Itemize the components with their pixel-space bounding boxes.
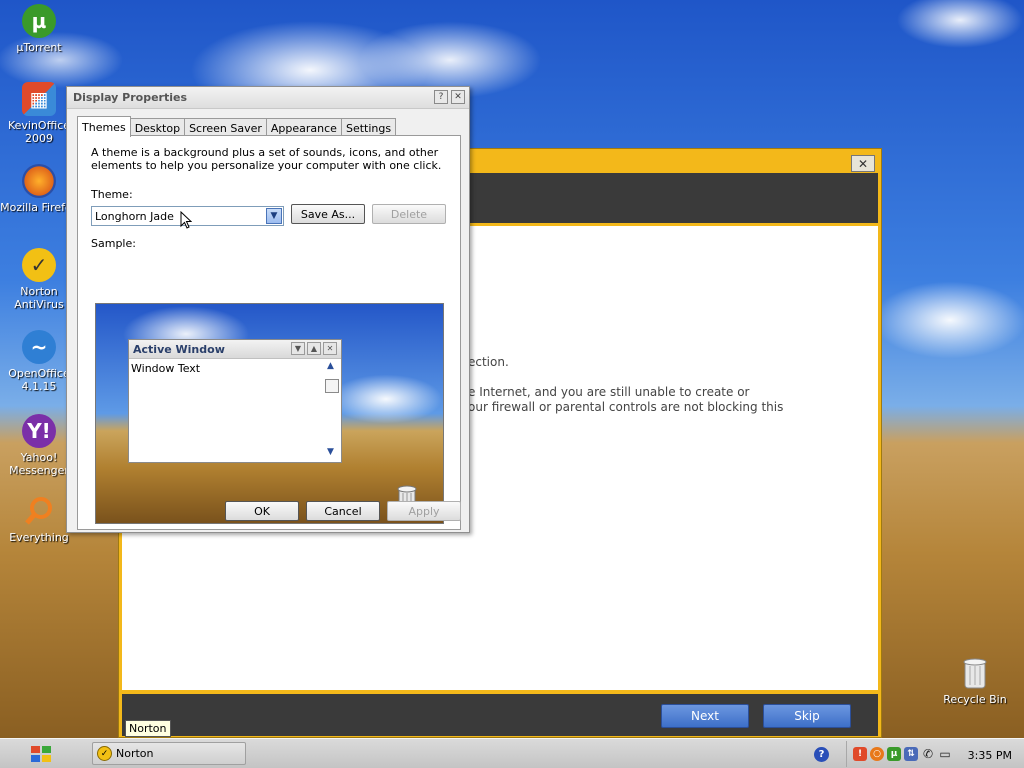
desktop-icon-label: Everything [9, 531, 69, 544]
windows-logo-icon [31, 746, 51, 762]
norton-tooltip: Norton [125, 720, 171, 737]
everything-icon [22, 494, 56, 528]
tray-alert-icon[interactable]: ! [853, 747, 867, 761]
chevron-down-icon[interactable]: ▼ [266, 208, 282, 224]
start-button[interactable] [6, 742, 76, 766]
scroll-up-icon: ▲ [327, 361, 334, 371]
clock[interactable]: 3:35 PM [968, 749, 1012, 762]
sample-active-window: Active Window ▼ ▲ ✕ Window Text ▲ ▼ [128, 339, 342, 463]
tab-themes[interactable]: Themes [77, 116, 131, 137]
skip-button[interactable]: Skip [763, 704, 851, 728]
desktop-icon-recycle-bin[interactable]: Recycle Bin [936, 656, 1014, 706]
close-button[interactable]: ✕ [451, 90, 465, 104]
desktop-icon-label: Yahoo! Messenger [9, 451, 69, 477]
theme-label: Theme: [91, 188, 133, 201]
save-as-button[interactable]: Save As... [291, 204, 365, 224]
desktop-icon-label: µTorrent [16, 41, 62, 54]
minimize-icon: ▼ [291, 342, 305, 355]
dialog-title-bar[interactable]: Display Properties ? ✕ [67, 87, 469, 109]
yahoo-icon: Y! [22, 414, 56, 448]
themes-panel: A theme is a background plus a set of so… [77, 135, 461, 530]
scroll-thumb [325, 379, 339, 393]
theme-sample-preview: Active Window ▼ ▲ ✕ Window Text ▲ ▼ [95, 303, 444, 524]
norton-message-line: ection. [468, 355, 509, 369]
system-tray: ! ○ µ ⇅ ✆ ▭ 3:35 PM [846, 741, 1024, 767]
close-icon: ✕ [323, 342, 337, 355]
taskbar: ✓ Norton ? ! ○ µ ⇅ ✆ ▭ 3:35 PM [0, 738, 1024, 768]
desktop-icon-utorrent[interactable]: µ µTorrent [0, 4, 78, 54]
tab-strip: Themes Desktop Screen Saver Appearance S… [77, 116, 397, 137]
taskbar-item-label: Norton [116, 747, 154, 760]
help-button[interactable]: ? [434, 90, 448, 104]
sample-scrollbar: ▲ ▼ [325, 361, 339, 460]
dialog-title: Display Properties [73, 91, 188, 104]
openoffice-icon: ~ [22, 330, 56, 364]
maximize-icon: ▲ [307, 342, 321, 355]
recycle-bin-label: Recycle Bin [943, 693, 1007, 706]
theme-select-value: Longhorn Jade [95, 210, 174, 223]
mouse-cursor-icon [180, 210, 193, 232]
desktop-icon-label: OpenOffice 4.1.15 [8, 367, 70, 393]
norton-message-line: our firewall or parental controls are no… [468, 400, 784, 414]
firefox-icon [22, 164, 56, 198]
utorrent-icon: µ [22, 4, 56, 38]
sample-window-text: Window Text [131, 362, 201, 375]
theme-description: A theme is a background plus a set of so… [91, 146, 442, 172]
taskbar-item-norton[interactable]: ✓ Norton [92, 742, 246, 765]
norton-footer: Next Skip [122, 694, 878, 736]
sample-label: Sample: [91, 237, 136, 250]
utorrent-icon[interactable]: µ [887, 747, 901, 761]
cancel-button[interactable]: Cancel [306, 501, 380, 521]
norton-close-button[interactable]: ✕ [851, 155, 875, 172]
next-button[interactable]: Next [661, 704, 749, 728]
everything-icon[interactable]: ○ [870, 747, 884, 761]
sample-window-title: Active Window [133, 343, 225, 356]
delete-button[interactable]: Delete [372, 204, 446, 224]
recycle-bin-icon [958, 656, 992, 690]
norton-icon: ✓ [22, 248, 56, 282]
display-properties-dialog: Display Properties ? ✕ Themes Desktop Sc… [66, 86, 470, 533]
network-icon[interactable]: ⇅ [904, 747, 918, 761]
apply-button[interactable]: Apply [387, 501, 461, 521]
battery-icon[interactable]: ▭ [938, 747, 952, 761]
office-icon: ▦ [22, 82, 56, 116]
phone-icon[interactable]: ✆ [921, 747, 935, 761]
sample-window-title-bar: Active Window ▼ ▲ ✕ [129, 340, 341, 359]
ok-button[interactable]: OK [225, 501, 299, 521]
norton-icon: ✓ [97, 746, 112, 761]
desktop-icon-label: Norton AntiVirus [14, 285, 64, 311]
help-icon[interactable]: ? [814, 747, 829, 762]
desktop-icon-label: KevinOffice 2009 [7, 119, 71, 145]
norton-message-line: e Internet, and you are still unable to … [468, 385, 750, 399]
scroll-down-icon: ▼ [327, 447, 334, 457]
